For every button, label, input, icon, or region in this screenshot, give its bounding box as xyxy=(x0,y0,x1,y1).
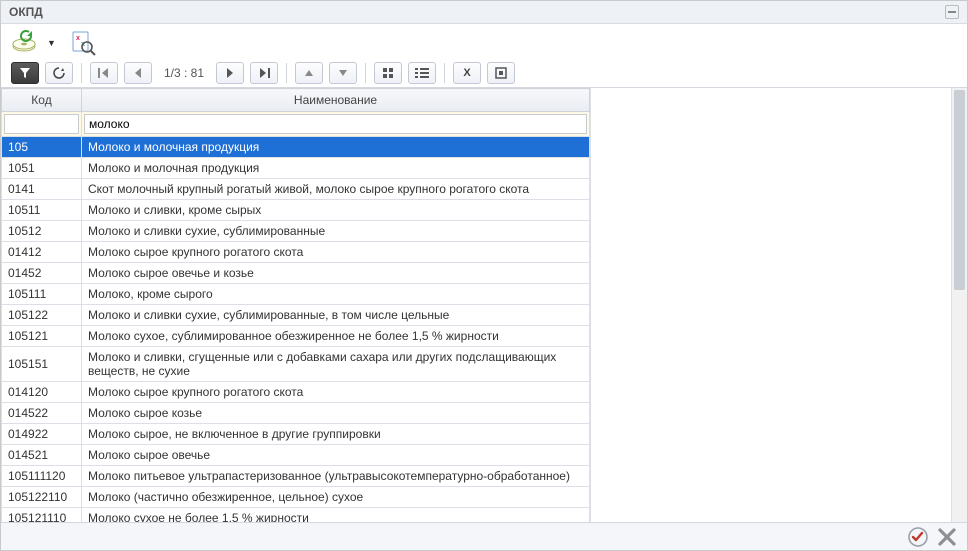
table-row[interactable]: 014522Молоко сырое козье xyxy=(2,403,590,424)
cell-name: Молоко сырое овечье и козье xyxy=(82,263,590,284)
table-row[interactable]: 105122Молоко и сливки сухие, сублимирова… xyxy=(2,305,590,326)
checkbox-toggle-button[interactable] xyxy=(487,62,515,84)
table-row[interactable]: 1051Молоко и молочная продукция xyxy=(2,158,590,179)
table-row[interactable]: 105111Молоко, кроме сырого xyxy=(2,284,590,305)
cell-name: Скот молочный крупный рогатый живой, мол… xyxy=(82,179,590,200)
vertical-scrollbar[interactable] xyxy=(951,88,967,522)
cell-name: Молоко сырое, не включенное в другие гру… xyxy=(82,424,590,445)
filter-row xyxy=(2,112,590,137)
document-search-icon[interactable]: x x xyxy=(70,30,96,56)
table-row[interactable]: 0141Скот молочный крупный рогатый живой,… xyxy=(2,179,590,200)
results-table: Код Наименование 105Молоко и молочная пр… xyxy=(1,88,590,522)
cell-code: 105111120 xyxy=(2,466,82,487)
nav-prev-button[interactable] xyxy=(124,62,152,84)
filter-button[interactable] xyxy=(11,62,39,84)
cell-code: 10511 xyxy=(2,200,82,221)
window-title: ОКПД xyxy=(9,5,43,19)
cell-code: 105111 xyxy=(2,284,82,305)
grid-view-button[interactable] xyxy=(374,62,402,84)
cell-name: Молоко и сливки сухие, сублимированные, … xyxy=(82,305,590,326)
toolbar-separator xyxy=(81,63,82,83)
refresh-disk-icon[interactable] xyxy=(11,30,41,56)
table-row[interactable]: 10512Молоко и сливки сухие, сублимирован… xyxy=(2,221,590,242)
cell-code: 1051 xyxy=(2,158,82,179)
cell-name: Молоко (частично обезжиренное, цельное) … xyxy=(82,487,590,508)
footer-bar xyxy=(1,522,967,550)
cell-name: Молоко и сливки, кроме сырых xyxy=(82,200,590,221)
list-view-button[interactable] xyxy=(408,62,436,84)
cell-code: 10512 xyxy=(2,221,82,242)
table-row[interactable]: 014922Молоко сырое, не включенное в друг… xyxy=(2,424,590,445)
cell-name: Молоко и сливки сухие, сублимированные xyxy=(82,221,590,242)
table-row[interactable]: 105151Молоко и сливки, сгущенные или с д… xyxy=(2,347,590,382)
nav-first-button[interactable] xyxy=(90,62,118,84)
confirm-check-icon[interactable] xyxy=(907,526,929,548)
cell-name: Молоко и сливки, сгущенные или с добавка… xyxy=(82,347,590,382)
cell-name: Молоко сырое козье xyxy=(82,403,590,424)
table-row[interactable]: 105121110Молоко сухое не более 1,5 % жир… xyxy=(2,508,590,523)
table-row[interactable]: 01412Молоко сырое крупного рогатого скот… xyxy=(2,242,590,263)
cell-code: 01412 xyxy=(2,242,82,263)
nav-last-button[interactable] xyxy=(250,62,278,84)
table-row[interactable]: 014120Молоко сырое крупного рогатого ско… xyxy=(2,382,590,403)
table-row[interactable]: 105Молоко и молочная продукция xyxy=(2,137,590,158)
header-code[interactable]: Код xyxy=(2,89,82,112)
table-row[interactable]: 105121Молоко сухое, сублимированное обез… xyxy=(2,326,590,347)
cell-code: 014120 xyxy=(2,382,82,403)
cell-code: 105122110 xyxy=(2,487,82,508)
actions-toolbar: ▼ x x xyxy=(1,24,967,58)
sort-asc-button[interactable] xyxy=(295,62,323,84)
toolbar-separator xyxy=(365,63,366,83)
cell-code: 105122 xyxy=(2,305,82,326)
toolbar-separator xyxy=(286,63,287,83)
header-row: Код Наименование xyxy=(2,89,590,112)
cell-code: 01452 xyxy=(2,263,82,284)
table-row[interactable]: 014521Молоко сырое овечье xyxy=(2,445,590,466)
cell-code: 0141 xyxy=(2,179,82,200)
filter-code-input[interactable] xyxy=(4,114,79,134)
pager-label: 1/3 : 81 xyxy=(158,66,210,80)
cell-name: Молоко сырое крупного рогатого скота xyxy=(82,382,590,403)
cell-name: Молоко питьевое ультрапастеризованное (у… xyxy=(82,466,590,487)
cell-code: 105151 xyxy=(2,347,82,382)
svg-text:x: x xyxy=(76,35,80,42)
nav-next-button[interactable] xyxy=(216,62,244,84)
table-row[interactable]: 10511Молоко и сливки, кроме сырых xyxy=(2,200,590,221)
detail-pane xyxy=(591,88,967,522)
table-row[interactable]: 01452Молоко сырое овечье и козье xyxy=(2,263,590,284)
refresh-button[interactable] xyxy=(45,62,73,84)
clear-x-button[interactable]: X xyxy=(453,62,481,84)
cell-name: Молоко и молочная продукция xyxy=(82,137,590,158)
table-row[interactable]: 105122110Молоко (частично обезжиренное, … xyxy=(2,487,590,508)
content-area: Код Наименование 105Молоко и молочная пр… xyxy=(1,87,967,522)
cell-name: Молоко сухое не более 1,5 % жирности xyxy=(82,508,590,523)
cancel-x-icon[interactable] xyxy=(937,527,957,547)
sort-desc-button[interactable] xyxy=(329,62,357,84)
grid-panel: Код Наименование 105Молоко и молочная пр… xyxy=(1,88,591,522)
header-name[interactable]: Наименование xyxy=(82,89,590,112)
window-minimize-button[interactable] xyxy=(945,5,959,19)
cell-name: Молоко, кроме сырого xyxy=(82,284,590,305)
cell-code: 105121 xyxy=(2,326,82,347)
filter-name-input[interactable] xyxy=(84,114,587,134)
table-row[interactable]: 105111120Молоко питьевое ультрапастеризо… xyxy=(2,466,590,487)
navigation-toolbar: 1/3 : 81 X xyxy=(1,58,967,90)
cell-code: 014521 xyxy=(2,445,82,466)
scrollbar-thumb[interactable] xyxy=(954,90,965,290)
cell-name: Молоко сухое, сублимированное обезжиренн… xyxy=(82,326,590,347)
cell-code: 105121110 xyxy=(2,508,82,523)
toolbar-separator xyxy=(444,63,445,83)
cell-code: 105 xyxy=(2,137,82,158)
window-titlebar: ОКПД xyxy=(1,1,967,24)
dropdown-caret-icon[interactable]: ▼ xyxy=(47,38,56,48)
cell-code: 014522 xyxy=(2,403,82,424)
cell-name: Молоко сырое крупного рогатого скота xyxy=(82,242,590,263)
cell-name: Молоко и молочная продукция xyxy=(82,158,590,179)
cell-name: Молоко сырое овечье xyxy=(82,445,590,466)
cell-code: 014922 xyxy=(2,424,82,445)
